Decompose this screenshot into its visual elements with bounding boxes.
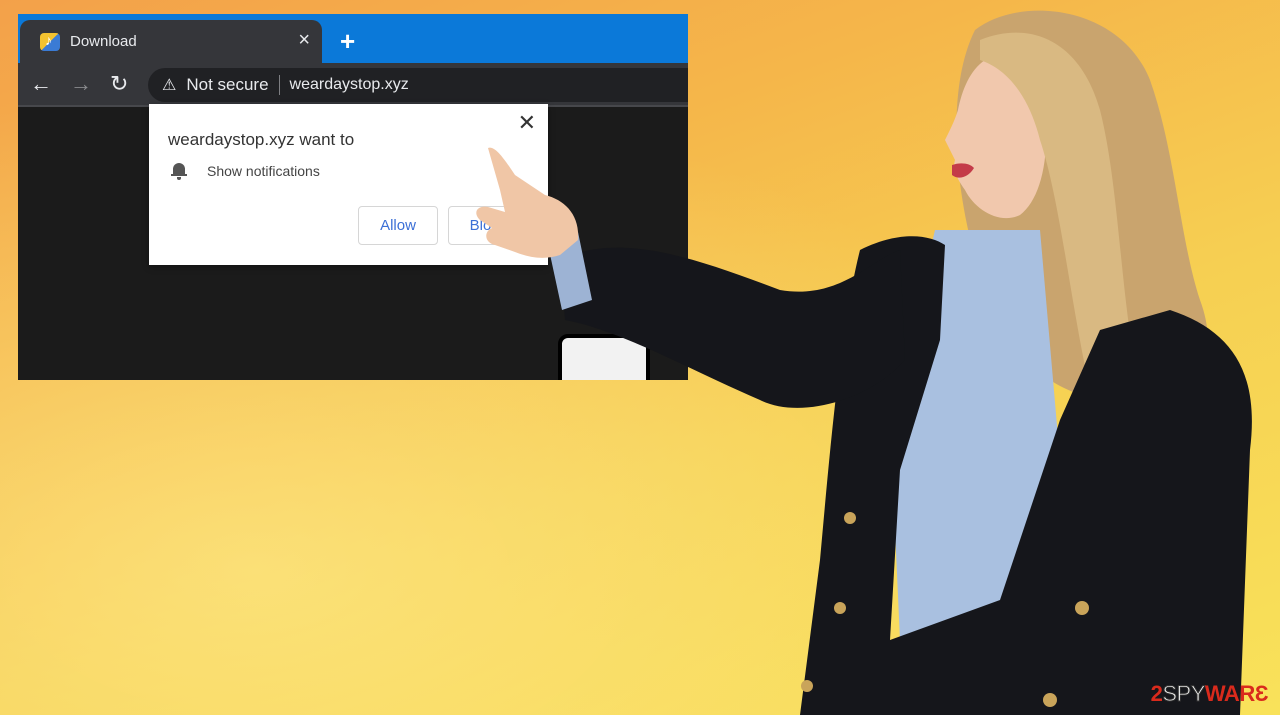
woman-pointing-illustration bbox=[476, 10, 1252, 715]
jacket-button bbox=[834, 602, 846, 614]
tab-title: Download bbox=[70, 33, 137, 50]
forward-button[interactable]: → bbox=[70, 71, 92, 97]
popup-title: weardaystop.xyz want to bbox=[168, 130, 355, 149]
new-tab-button[interactable]: + bbox=[340, 28, 355, 54]
url-text[interactable]: weardaystop.xyz bbox=[290, 76, 409, 94]
security-label[interactable]: Not secure bbox=[186, 75, 268, 95]
separator bbox=[278, 75, 280, 95]
jacket-sleeve bbox=[560, 247, 905, 408]
logo-end: Ɛ bbox=[1254, 681, 1269, 706]
jacket-button bbox=[844, 512, 856, 524]
jacket-button bbox=[1075, 601, 1089, 615]
2spyware-logo: 2 SPY WAR Ɛ bbox=[1150, 681, 1269, 707]
allow-button[interactable]: Allow bbox=[358, 206, 438, 245]
jacket-button bbox=[801, 680, 813, 692]
hand bbox=[476, 147, 579, 258]
music-file-icon bbox=[40, 32, 60, 51]
back-button[interactable]: ← bbox=[30, 71, 52, 97]
logo-middle: SPY bbox=[1162, 681, 1206, 707]
reload-button[interactable]: ↻ bbox=[110, 71, 128, 97]
permission-row: Show notifications bbox=[171, 162, 320, 180]
warning-icon[interactable]: ⚠ bbox=[162, 75, 176, 95]
jacket-button bbox=[1043, 693, 1057, 707]
tab-download[interactable]: Download × bbox=[20, 20, 322, 63]
close-tab-icon[interactable]: × bbox=[298, 30, 310, 50]
logo-prefix: 2 bbox=[1150, 681, 1163, 706]
bell-icon bbox=[171, 162, 187, 180]
permission-label: Show notifications bbox=[207, 163, 320, 179]
logo-suffix: WAR bbox=[1204, 681, 1255, 706]
